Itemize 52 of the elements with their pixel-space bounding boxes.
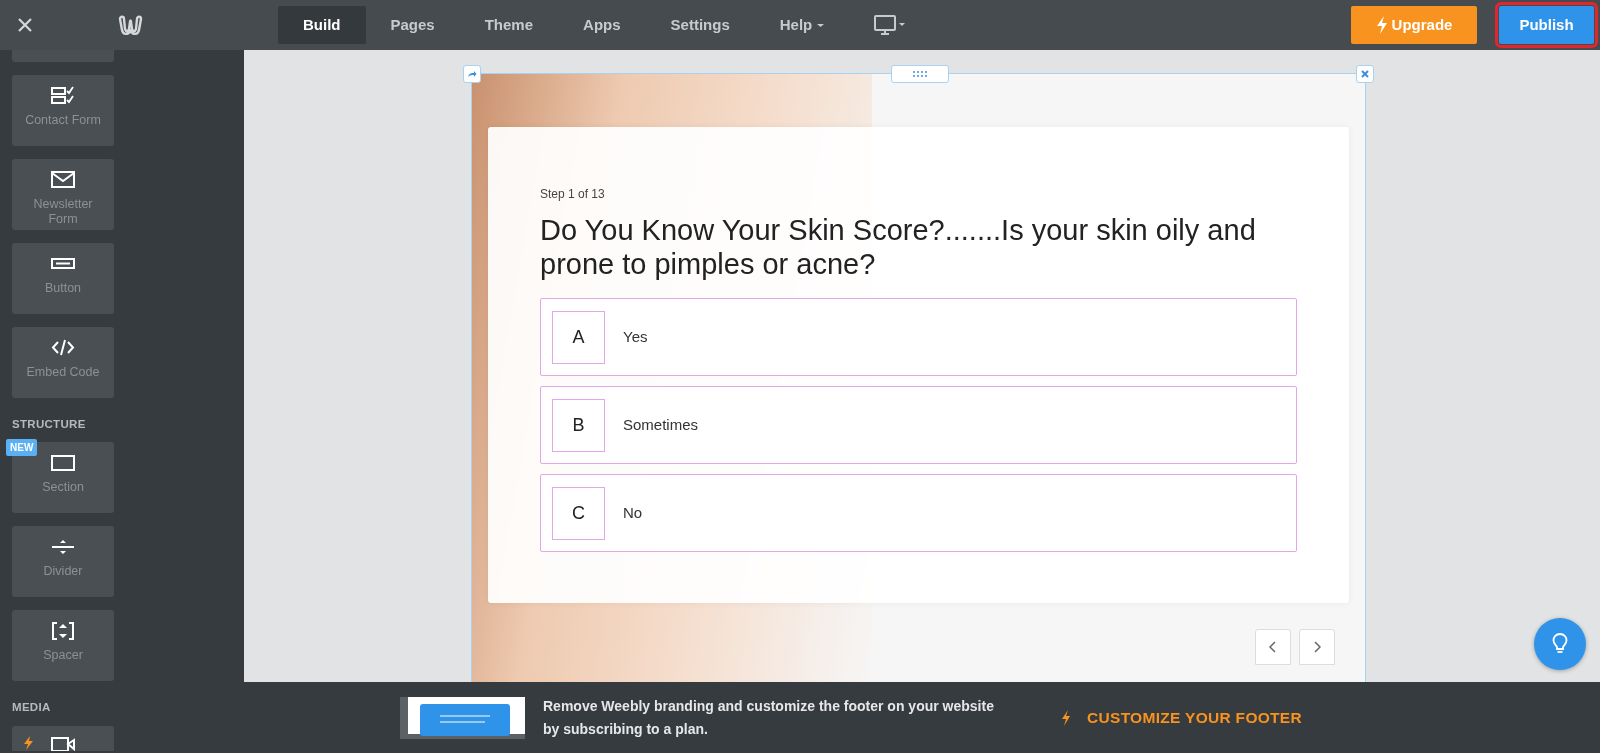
nav-tab[interactable]: Apps: [558, 6, 646, 44]
close-icon: [1361, 70, 1369, 78]
previous-button[interactable]: [1255, 629, 1291, 665]
option-letter: A: [552, 310, 605, 364]
widget-tile[interactable]: [12, 725, 114, 751]
widget-tile[interactable]: Button: [12, 243, 114, 314]
nav-tab[interactable]: Theme: [459, 6, 559, 44]
form-icon: [51, 86, 75, 105]
new-badge: NEW: [6, 439, 38, 457]
option-letter: B: [552, 398, 605, 452]
widget-tile[interactable]: Divider: [12, 526, 114, 598]
logo-icon[interactable]: [117, 14, 143, 36]
help-tips-button[interactable]: [1534, 618, 1586, 670]
delete-handle[interactable]: [1356, 65, 1374, 83]
chevron-right-icon: [1313, 641, 1321, 653]
section-heading: MEDIA: [12, 700, 52, 716]
spacer-icon: [51, 621, 75, 641]
nav-tab[interactable]: Build: [278, 6, 366, 44]
close-icon[interactable]: [17, 17, 33, 33]
chevron-left-icon: [1269, 641, 1277, 653]
answer-option[interactable]: A Yes: [540, 298, 1297, 376]
section-heading: STRUCTURE: [12, 417, 87, 432]
option-label: Sometimes: [623, 414, 699, 435]
nav-tab[interactable]: Pages: [365, 6, 460, 44]
monitor-icon[interactable]: [874, 14, 907, 36]
share-handle[interactable]: [463, 65, 481, 83]
option-letter: C: [552, 486, 605, 540]
customize-footer-link[interactable]: CUSTOMIZE YOUR FOOTER: [1055, 704, 1308, 731]
widget-tile[interactable]: Spacer: [12, 610, 114, 682]
drag-handle[interactable]: [891, 65, 949, 83]
option-label: Yes: [623, 326, 648, 347]
divider-icon: [51, 537, 75, 557]
grip-icon: [913, 71, 927, 77]
code-icon: [51, 338, 75, 357]
lightbulb-icon: [1552, 633, 1568, 655]
rectangle-icon: [51, 453, 75, 473]
envelope-icon: [51, 170, 75, 189]
arrow-icon: [467, 70, 477, 78]
step-label: Step 1 of 13: [540, 186, 606, 203]
lightning-icon: [1375, 16, 1388, 34]
quiz-question: Do You Know Your Skin Score?.......Is your skin oily and prone to pimples or acne?: [540, 213, 1257, 281]
widget-tile[interactable]: Embed Code: [12, 327, 114, 398]
answer-option[interactable]: C No: [540, 474, 1297, 552]
nav-tab[interactable]: Settings: [645, 6, 755, 44]
nav-tab[interactable]: Help: [754, 6, 851, 44]
next-button[interactable]: [1299, 629, 1335, 665]
answer-option[interactable]: B Sometimes: [540, 386, 1297, 464]
widget-tile[interactable]: Contact Form: [12, 75, 114, 146]
footer-message: Remove Weebly branding and customize the footer on your website by subscribing to a plan.: [543, 696, 995, 739]
lightning-icon: [1061, 709, 1071, 726]
option-label: No: [623, 502, 643, 523]
widget-tile[interactable]: Newsletter Form: [12, 159, 114, 230]
